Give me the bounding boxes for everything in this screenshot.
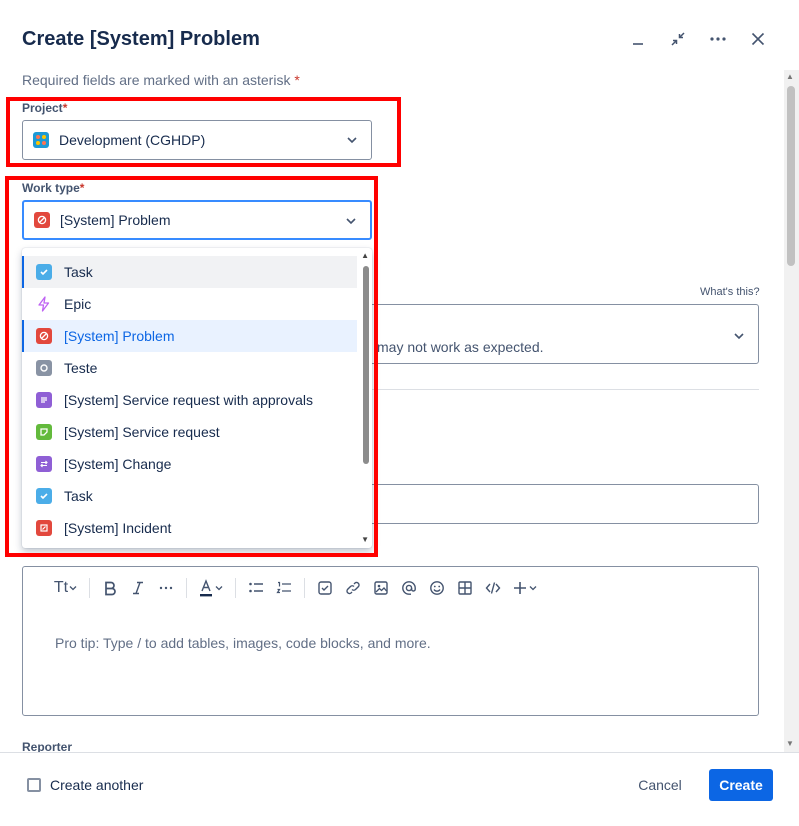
dialog-footer: Create another Cancel Create [0,752,799,826]
request-type-warning: may not work as expected. [377,339,544,355]
link-button[interactable] [339,575,367,601]
chevron-down-icon [734,333,744,340]
cancel-button[interactable]: Cancel [627,769,693,801]
annotation-box-work-type [5,176,378,557]
image-button[interactable] [367,575,395,601]
table-button[interactable] [451,575,479,601]
emoji-button[interactable] [423,575,451,601]
plus-icon [514,582,526,594]
page-scrollbar-thumb[interactable] [787,86,795,266]
link-icon [346,581,360,595]
more-icon [710,37,726,41]
annotation-box-project [6,97,401,167]
text-color-icon [200,579,212,597]
collapse-button[interactable] [665,26,691,52]
insert-more-button[interactable] [507,575,543,601]
required-note-text: Required fields are marked with an aster… [22,72,291,88]
bold-icon [105,581,116,596]
required-note: Required fields are marked with an aster… [22,72,300,88]
close-button[interactable] [745,26,771,52]
create-issue-dialog: Create [System] Problem Required fields … [0,0,799,826]
description-placeholder: Pro tip: Type / to add tables, images, c… [55,635,431,651]
emoji-icon [430,581,444,595]
more-icon [159,586,173,590]
image-icon [374,581,388,595]
numbered-list-button[interactable] [270,575,298,601]
more-actions-button[interactable] [705,26,731,52]
code-block-button[interactable] [479,575,507,601]
text-color-button[interactable] [193,575,229,601]
minimize-button[interactable] [625,26,651,52]
page-scroll-down-icon[interactable]: ▼ [786,739,794,748]
minimize-icon [633,43,643,45]
close-icon [751,32,765,46]
action-item-button[interactable] [311,575,339,601]
bullet-list-icon [249,582,263,593]
bullet-list-button[interactable] [242,575,270,601]
collapse-icon [671,32,685,46]
mention-button[interactable] [395,575,423,601]
table-icon [458,581,472,595]
toolbar-separator [89,578,90,598]
chevron-down-icon [215,586,223,591]
create-another-label[interactable]: Create another [50,777,143,793]
italic-button[interactable] [124,575,152,601]
chevron-down-icon [529,586,537,591]
text-style-button[interactable]: Tt [49,575,83,601]
dialog-title: Create [System] Problem [22,28,260,50]
create-button[interactable]: Create [709,769,773,801]
whats-this-link[interactable]: What's this? [700,286,760,298]
toolbar-separator [235,578,236,598]
toolbar-separator [304,578,305,598]
more-formatting-button[interactable] [152,575,180,601]
italic-icon [133,581,143,595]
text-style-icon: Tt [53,579,69,596]
checkbox-icon [318,581,332,595]
numbered-list-icon [276,581,291,594]
toolbar-separator [186,578,187,598]
chevron-down-icon [69,586,77,591]
create-another-checkbox[interactable] [27,778,41,792]
code-icon [485,582,501,594]
page-scroll-up-icon[interactable]: ▲ [786,72,794,81]
bold-button[interactable] [96,575,124,601]
mention-icon [402,581,416,595]
required-asterisk: * [294,72,300,88]
editor-toolbar: Tt [49,575,543,601]
description-editor[interactable]: Tt Pro tip: Type / to add tables, images… [22,566,759,716]
